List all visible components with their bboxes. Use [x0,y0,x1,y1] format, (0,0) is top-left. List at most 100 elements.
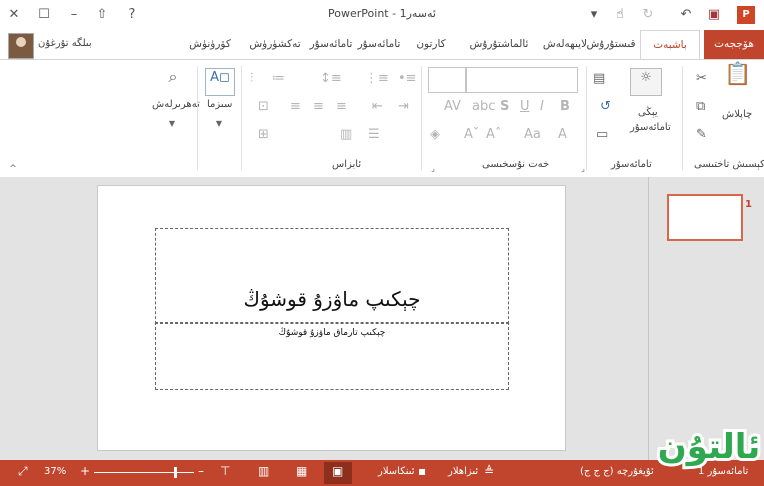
new-slide-label-1[interactable]: يېڭى [638,107,658,118]
notes-button[interactable]: ئىزاھلار [448,466,478,477]
group-separator [682,66,683,170]
slide-sorter-icon[interactable]: ▦ [296,464,307,478]
tab-slideshow[interactable]: تامائەسۇر [308,30,354,59]
title-bar: ✕ ☐ – ⇧ ? PowerPoint - 1ئەسەر ▾ ☝ ↻ ↶ ▣ … [0,0,764,30]
format-painter-icon[interactable]: ✎ [696,126,707,144]
decrease-indent-icon[interactable]: ⇤ [372,98,383,116]
columns-icon[interactable]: ▥ [340,126,352,144]
change-case-icon[interactable]: Aa [524,126,541,144]
tab-view[interactable]: كۆرۈنۈش [178,30,242,59]
align-center-icon[interactable]: ≡ [313,98,324,116]
notes-icon[interactable]: ≜ [484,464,494,478]
tab-transitions[interactable]: ئالماشتۇرۇش [458,30,540,59]
slide-thumbnail[interactable] [667,194,743,241]
tab-file[interactable]: ھۆججەت [704,30,764,59]
justify-icon[interactable]: ☰ [368,126,380,144]
clipboard-group-label: كېسىش تاختىسى [694,159,764,170]
status-bar: ⤢ 37% + – ⊤ ▥ ▦ ▣ ▪ ئىنكاسلار ≜ ئىزاھلار… [0,460,764,486]
maximize-icon[interactable]: ☐ [36,7,52,23]
zoom-out-icon[interactable]: – [198,464,204,478]
zoom-slider[interactable] [94,472,194,473]
watermark-logo: ئالتۇن ئالتۇن [655,408,764,483]
character-spacing-icon[interactable]: AV [444,98,461,116]
increase-indent-icon[interactable]: ⇥ [398,98,409,116]
numbering-icon[interactable]: ⋮≡ [365,70,389,88]
align-left-icon[interactable]: ≡ [336,98,347,116]
shapes-icon[interactable]: A◻ [205,68,235,96]
comments-button[interactable]: ئىنكاسلار [378,466,415,477]
help-icon[interactable]: ? [124,7,140,23]
bold-icon[interactable]: B [560,98,570,116]
fit-to-window-icon[interactable]: ⤢ [18,464,28,479]
zoom-level[interactable]: 37% [44,466,66,477]
group-separator [241,66,242,170]
title-placeholder[interactable]: چېكىپ ماۋزۇ قوشۇڭ [155,228,509,324]
zoom-slider-thumb[interactable] [174,467,177,478]
watermark-logo-graphic: ئالتۇن ئالتۇن [655,424,764,470]
italic-icon[interactable]: I [540,98,544,116]
grow-font-icon[interactable]: Aˆ [486,126,501,144]
reset-slide-icon[interactable]: ↺ [600,98,611,116]
underline-icon[interactable]: U [520,98,530,116]
comments-icon[interactable]: ▪ [418,464,426,478]
slide-subtitle: چېكىپ تارماق ماۋزۇ قوشۇڭ [278,328,386,338]
paste-label[interactable]: چاپلاش [722,109,752,120]
chevron-down-icon[interactable]: ▼ [165,115,179,133]
new-slide-label-2[interactable]: تامائەسۇر [630,122,671,133]
tab-review[interactable]: تەكشۈرۈش [242,30,308,59]
chevron-down-icon[interactable]: ▼ [212,115,226,133]
ribbon-display-options-icon[interactable]: ⇧ [94,7,110,23]
bullets-icon[interactable]: ≔ [272,70,285,88]
close-icon[interactable]: ✕ [6,7,22,23]
redo-icon[interactable]: ↻ [640,7,656,23]
logo-text: ئالتۇن [658,427,761,467]
normal-view-button[interactable]: ▣ [324,462,352,484]
subtitle-placeholder[interactable]: چېكىپ تارماق ماۋزۇ قوشۇڭ [155,322,509,390]
cut-icon[interactable]: ✂ [696,70,707,88]
group-separator [586,66,587,170]
font-size-combo[interactable] [428,67,466,93]
drawing-button-label[interactable]: سىزما [207,99,232,110]
paste-icon[interactable]: 📋 [724,64,752,100]
editing-button-label[interactable]: تەھرىرلەش [152,99,200,110]
section-icon[interactable]: ▭ [596,126,608,144]
clear-formatting-icon[interactable]: ◈ [430,126,440,144]
ribbon-tabs: بىلگە تۇرغۇن كۆرۈنۈش تەكشۈرۈش تامائەسۇر … [0,30,764,61]
avatar [8,33,34,59]
tab-animations[interactable]: كارتون [404,30,458,59]
text-direction-icon[interactable]: ⫶ [250,70,253,88]
slideshow-view-icon[interactable]: ⊤ [220,464,230,478]
font-name-combo[interactable] [466,67,578,93]
tab-insert[interactable]: قىستۇرۇش [582,30,640,59]
undo-icon[interactable]: ↶ [678,7,694,23]
reading-view-icon[interactable]: ▥ [258,464,269,478]
slide-canvas[interactable]: چېكىپ ماۋزۇ قوشۇڭ چېكىپ تارماق ماۋزۇ قوش… [97,185,566,451]
zoom-in-icon[interactable]: + [80,464,90,478]
shadow-icon[interactable]: S [500,98,509,116]
layout-icon[interactable]: ▤ [593,70,605,88]
align-right-icon[interactable]: ≡ [290,98,301,116]
ribbon: ⌕ تەھرىرلەش ▼ A◻ سىزما ▼ ⫶ ≔ ↕≡ ⋮≡ •≡ ⊡ … [0,59,764,178]
language-indicator[interactable]: ئۇيغۇرچە (ج ج ج) [580,466,654,477]
align-text-icon[interactable]: ⊡ [258,98,269,116]
dialog-launcher-icon[interactable]: ⌟ [428,160,438,178]
font-color-icon[interactable]: A [558,126,567,144]
smartart-icon[interactable]: ⊞ [258,126,269,144]
new-slide-icon[interactable]: ☼ [630,68,662,96]
powerpoint-logo-icon: P [737,6,755,24]
minimize-icon[interactable]: – [66,7,82,23]
shrink-font-icon[interactable]: Aˇ [464,126,479,144]
copy-icon[interactable]: ⧉ [696,98,705,116]
save-icon[interactable]: ▣ [706,7,722,23]
tab-home[interactable]: باشبەت [640,30,700,61]
customize-toolbar-icon[interactable]: ▾ [586,7,602,23]
group-separator [197,66,198,170]
touch-mode-icon[interactable]: ☝ [612,7,628,23]
tab-slideshow-2[interactable]: تامائەسۇر [354,30,404,59]
find-icon[interactable]: ⌕ [163,68,183,86]
bullets-icon[interactable]: •≡ [398,70,417,88]
line-spacing-icon[interactable]: ↕≡ [320,70,342,88]
strikethrough-icon[interactable]: abc [472,98,495,116]
user-name: بىلگە تۇرغۇن [38,38,92,49]
collapse-ribbon-icon[interactable]: ^ [8,160,18,178]
